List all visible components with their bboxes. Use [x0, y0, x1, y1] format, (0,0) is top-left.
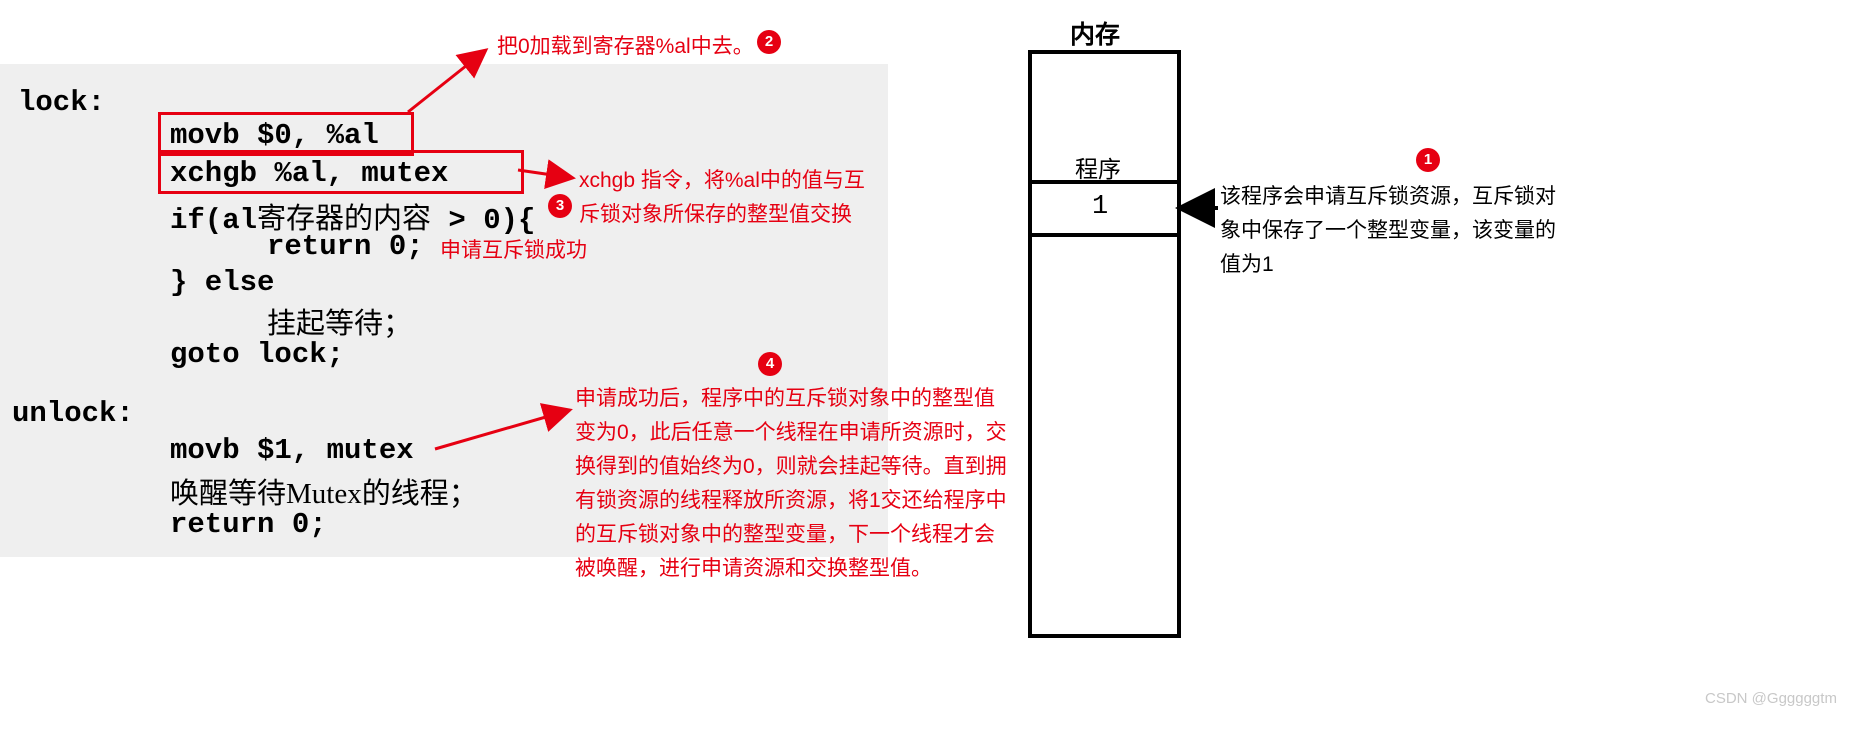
- annotation-4-5: 的互斥锁对象中的整型变量，下一个线程才会: [575, 518, 995, 552]
- annotation-4-1: 申请成功后，程序中的互斥锁对象中的整型值: [575, 382, 995, 416]
- diagram-stage: lock: movb $0, %al xchgb %al, mutex if(a…: [0, 0, 1852, 737]
- annotation-4-6: 被唤醒，进行申请资源和交换整型值。: [575, 552, 932, 586]
- annotation-4-4: 有锁资源的线程释放所资源，将1交还给程序中: [575, 484, 1007, 518]
- arrow-anno1: [0, 0, 1300, 300]
- annotation-4-2: 变为0，此后任意一个线程在申请所资源时，交: [575, 416, 1007, 450]
- annotation-1-1: 该程序会申请互斥锁资源，互斥锁对: [1220, 180, 1556, 214]
- annotation-1-2: 象中保存了一个整型变量，该变量的: [1220, 214, 1556, 248]
- annotation-1-3: 值为1: [1220, 248, 1274, 282]
- badge-4: 4: [758, 352, 782, 376]
- badge-1: 1: [1416, 148, 1440, 172]
- annotation-4-3: 换得到的值始终为0，则就会挂起等待。直到拥: [575, 450, 1007, 484]
- watermark: CSDN @Ggggggtm: [1705, 690, 1837, 707]
